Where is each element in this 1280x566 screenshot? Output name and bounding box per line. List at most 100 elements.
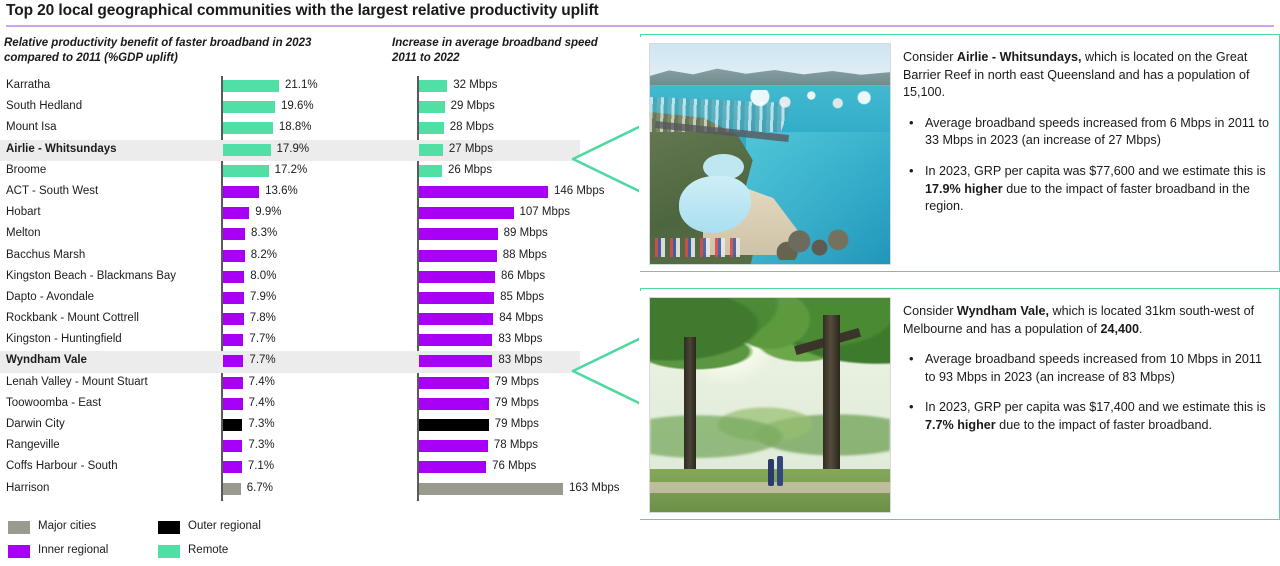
row-label-broome: Broome [6,163,47,176]
bar-value-speed: 79 Mbps [494,418,539,430]
row-label-coffs-harbour-south: Coffs Harbour - South [6,460,118,473]
bar-value-productivity: 7.8% [249,312,276,325]
bar-speed [419,228,498,241]
row-label-harrison: Harrison [6,481,50,494]
table-row: Coffs Harbour - South 7.1% 76 Mbps [0,457,580,478]
bar-productivity [223,101,276,114]
bar-value-speed: 89 Mbps [503,227,548,240]
legend-label: Remote [188,544,229,556]
bar-value-speed: 83 Mbps [498,354,543,367]
legend-swatch-icon [8,545,30,558]
table-row: Toowoomba - East 7.4% 79 Mbps [0,394,580,415]
bar-productivity [223,397,243,410]
bar-productivity [223,122,273,135]
table-row: Darwin City 7.3% 79 Mbps [0,415,580,436]
bar-speed [419,313,494,326]
callout2-intro-bold2: 24,400 [1100,321,1139,336]
bar-speed [419,249,497,262]
bar-value-productivity: 7.3% [248,418,275,430]
bar-chart-rows: Karratha 21.1% 32 Mbps South Hedland 19.6% 29… [0,76,620,500]
row-label-kingston-beach-blackmans-bay: Kingston Beach - Blackmans Bay [6,269,177,282]
row-label-act-south-west: ACT - South West [6,184,99,197]
bar-productivity [223,291,244,304]
table-row: Wyndham Vale 7.7% 83 Mbps [0,351,580,373]
callout-text-wyndham: Consider Wyndham Vale, which is located … [903,303,1269,435]
bar-productivity [223,143,271,156]
table-row: Karratha 21.1% 32 Mbps [0,76,580,97]
legend-swatch-icon [158,545,180,558]
row-label-karratha: Karratha [6,79,51,91]
table-row: Harrison 6.7% 163 Mbps [0,479,620,500]
table-row: Melton 8.3% 89 Mbps [0,224,580,245]
airlie-photo [650,44,890,264]
bar-value-productivity: 6.7% [246,481,273,494]
table-row: ACT - South West 13.6% 146 Mbps [0,182,604,203]
table-row: Dapto - Avondale 7.9% 85 Mbps [0,288,580,309]
chart2-caption: Increase in average broadband speed 2011… [392,37,598,64]
table-row: Mount Isa 18.8% 28 Mbps [0,118,580,139]
bar-speed [419,164,442,177]
callout1-bullet-2: In 2023, GRP per capita was $77,600 and … [903,162,1269,216]
legend-label: Outer regional [188,520,261,532]
bar-speed [419,207,514,220]
bar-value-productivity: 8.2% [250,248,277,261]
bar-speed [419,80,448,92]
bar-value-speed: 28 Mbps [449,121,494,134]
table-row: South Hedland 19.6% 29 Mbps [0,97,580,118]
legend-label: Major cities [38,520,97,532]
callout1-bullet-1: Average broadband speeds increased from … [903,114,1269,150]
callout2-bullets: Average broadband speeds increased from … [903,350,1269,434]
callout2-bullet-2: In 2023, GRP per capita was $17,400 and … [903,398,1269,434]
bar-value-productivity: 7.7% [249,354,276,367]
legend-swatch-icon [8,521,30,534]
title-divider [6,25,1274,27]
bar-value-productivity: 21.1% [285,79,318,91]
bar-value-productivity: 19.6% [281,100,314,113]
bar-productivity [223,461,242,474]
bar-speed [419,397,489,410]
bar-productivity [223,228,246,241]
slide-root: Top 20 local geographical communities wi… [0,0,1280,566]
bar-value-speed: 27 Mbps [448,142,493,155]
bar-productivity [223,313,244,326]
bar-value-speed: 86 Mbps [500,269,546,282]
bar-productivity [223,80,279,92]
bar-speed [419,101,445,114]
bar-productivity [223,207,250,220]
bar-productivity [223,376,243,389]
row-label-lenah-valley-mount-stuart: Lenah Valley - Mount Stuart [6,375,148,388]
bar-productivity [223,419,243,431]
title-bar: Top 20 local geographical communities wi… [0,0,1280,28]
bar-value-speed: 79 Mbps [494,375,539,388]
bar-speed [419,122,444,135]
row-label-toowoomba-east: Toowoomba - East [6,396,102,409]
callout-text-airlie: Consider Airlie - Whitsundays, which is … [903,49,1269,216]
wyndham-photo [650,298,890,512]
row-label-melton: Melton [6,227,41,240]
page-title: Top 20 local geographical communities wi… [6,2,599,19]
bar-speed [419,291,495,304]
callout2-bullet2-post: due to the impact of faster broadband. [995,417,1213,432]
callout2-bullet-1: Average broadband speeds increased from … [903,350,1269,386]
table-row: Hobart 9.9% 107 Mbps [0,203,580,224]
bar-value-speed: 79 Mbps [494,396,539,409]
row-label-wyndham-vale: Wyndham Vale [6,354,87,367]
legend-swatch-icon [158,521,180,534]
bar-value-productivity: 7.1% [247,460,275,473]
bar-productivity [223,355,244,368]
callout-airlie-whitsundays: Consider Airlie - Whitsundays, which is … [571,34,1280,272]
callout-image-wyndham [649,297,891,513]
row-label-airlie-whitsundays: Airlie - Whitsundays [6,142,117,155]
bar-value-speed: 32 Mbps [453,79,498,91]
bar-productivity [223,164,269,177]
bar-speed [419,376,489,389]
callout1-bullet2-pre: In 2023, GRP per capita was $77,600 and … [925,163,1266,178]
bar-value-speed: 83 Mbps [498,333,543,346]
table-row: Kingston Beach - Blackmans Bay 8.0% 86 Mbp… [0,267,580,288]
bar-speed [419,334,493,347]
row-label-mount-isa: Mount Isa [6,121,57,134]
bar-value-productivity: 7.3% [248,439,275,452]
bar-value-speed: 29 Mbps [450,100,495,113]
bar-value-speed: 84 Mbps [499,312,544,325]
bar-value-productivity: 7.4% [248,396,275,409]
